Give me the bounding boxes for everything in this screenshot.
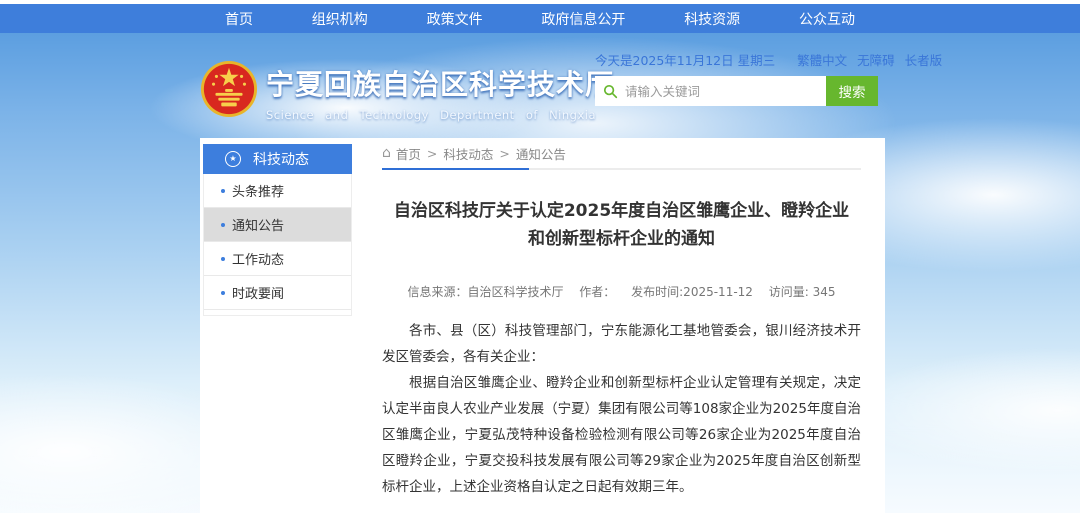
circled-star-icon: ★ bbox=[225, 151, 241, 167]
sidebar-title: 科技动态 bbox=[253, 149, 309, 169]
home-icon: ⌂ bbox=[382, 145, 391, 161]
meta-publish-date: 发布时间:2025-11-12 bbox=[631, 285, 753, 299]
bullet-icon bbox=[221, 189, 225, 193]
bullet-icon bbox=[221, 223, 225, 227]
national-emblem-logo bbox=[200, 60, 258, 118]
nav-item-policy-documents[interactable]: 政策文件 bbox=[427, 9, 483, 29]
meta-author: 作者： bbox=[579, 285, 615, 299]
article-title-line2: 和创新型标杆企业的通知 bbox=[382, 225, 861, 253]
sidebar-header: ★ 科技动态 bbox=[203, 144, 352, 174]
current-date-text: 今天是2025年11月12日 星期三 bbox=[595, 50, 775, 69]
search-button[interactable]: 搜索 bbox=[826, 76, 878, 106]
nav-item-organization[interactable]: 组织机构 bbox=[312, 9, 368, 29]
meta-source: 信息来源：自治区科学技术厅 bbox=[407, 285, 563, 299]
site-title: 宁夏回族自治区科学技术厅 bbox=[266, 63, 566, 103]
breadcrumb-separator: > bbox=[499, 146, 509, 161]
breadcrumb-home[interactable]: 首页 bbox=[396, 144, 421, 163]
search-bar: 搜索 bbox=[595, 76, 878, 106]
link-traditional-chinese[interactable]: 繁體中文 bbox=[797, 50, 847, 69]
search-input[interactable] bbox=[618, 76, 826, 106]
bullet-icon bbox=[221, 291, 225, 295]
nav-item-home[interactable]: 首页 bbox=[225, 9, 253, 29]
sidebar-item-work-dynamics[interactable]: 工作动态 bbox=[204, 242, 351, 276]
article-paragraph: 各市、县（区）科技管理部门，宁东能源化工基地管委会，银川经济技术开发区管委会，各… bbox=[382, 318, 861, 370]
breadcrumb: ⌂ 首页 > 科技动态 > 通知公告 bbox=[382, 138, 861, 170]
sidebar-item-label: 头条推荐 bbox=[232, 181, 284, 200]
sidebar-item-political-news[interactable]: 时政要闻 bbox=[204, 276, 351, 310]
main-content-wrapper: ★ 科技动态 头条推荐 通知公告 工作动态 时政要闻 ⌂ 首页 bbox=[200, 138, 885, 513]
nav-item-gov-info-disclosure[interactable]: 政府信息公开 bbox=[541, 9, 625, 29]
nav-item-public-interaction[interactable]: 公众互动 bbox=[799, 9, 855, 29]
sidebar-item-label: 工作动态 bbox=[232, 249, 284, 268]
article-title: 自治区科技厅关于认定2025年度自治区雏鹰企业、瞪羚企业 和创新型标杆企业的通知 bbox=[382, 197, 861, 253]
breadcrumb-tech-dynamics[interactable]: 科技动态 bbox=[443, 144, 493, 163]
link-accessibility[interactable]: 无障碍 bbox=[857, 50, 895, 69]
article-body: 各市、县（区）科技管理部门，宁东能源化工基地管委会，银川经济技术开发区管委会，各… bbox=[382, 318, 861, 500]
sidebar: ★ 科技动态 头条推荐 通知公告 工作动态 时政要闻 bbox=[203, 144, 352, 513]
site-header: 宁夏回族自治区科学技术厅 Science and Technology Depa… bbox=[0, 33, 1080, 138]
nav-item-tech-resources[interactable]: 科技资源 bbox=[684, 9, 740, 29]
article-meta: 信息来源：自治区科学技术厅 作者： 发布时间:2025-11-12 访问量: 3… bbox=[382, 283, 861, 300]
article-title-line1: 自治区科技厅关于认定2025年度自治区雏鹰企业、瞪羚企业 bbox=[382, 197, 861, 225]
top-navigation: 首页 组织机构 政策文件 政府信息公开 科技资源 公众互动 bbox=[0, 4, 1080, 33]
breadcrumb-notices[interactable]: 通知公告 bbox=[516, 144, 566, 163]
bullet-icon bbox=[221, 257, 225, 261]
search-icon bbox=[603, 84, 618, 99]
meta-visit-count: 访问量: 345 bbox=[769, 285, 836, 299]
link-elderly-version[interactable]: 长者版 bbox=[905, 50, 943, 69]
sidebar-item-label: 时政要闻 bbox=[232, 283, 284, 302]
sidebar-item-label: 通知公告 bbox=[232, 215, 284, 234]
site-subtitle-english: Science and Technology Department of Nin… bbox=[266, 108, 566, 122]
sidebar-item-headline-recommend[interactable]: 头条推荐 bbox=[204, 174, 351, 208]
article-panel: ⌂ 首页 > 科技动态 > 通知公告 自治区科技厅关于认定2025年度自治区雏鹰… bbox=[358, 138, 885, 513]
sidebar-item-notices[interactable]: 通知公告 bbox=[204, 208, 351, 242]
article-paragraph: 根据自治区雏鹰企业、瞪羚企业和创新型标杆企业认定管理有关规定，决定认定半亩良人农… bbox=[382, 370, 861, 500]
breadcrumb-separator: > bbox=[427, 146, 437, 161]
